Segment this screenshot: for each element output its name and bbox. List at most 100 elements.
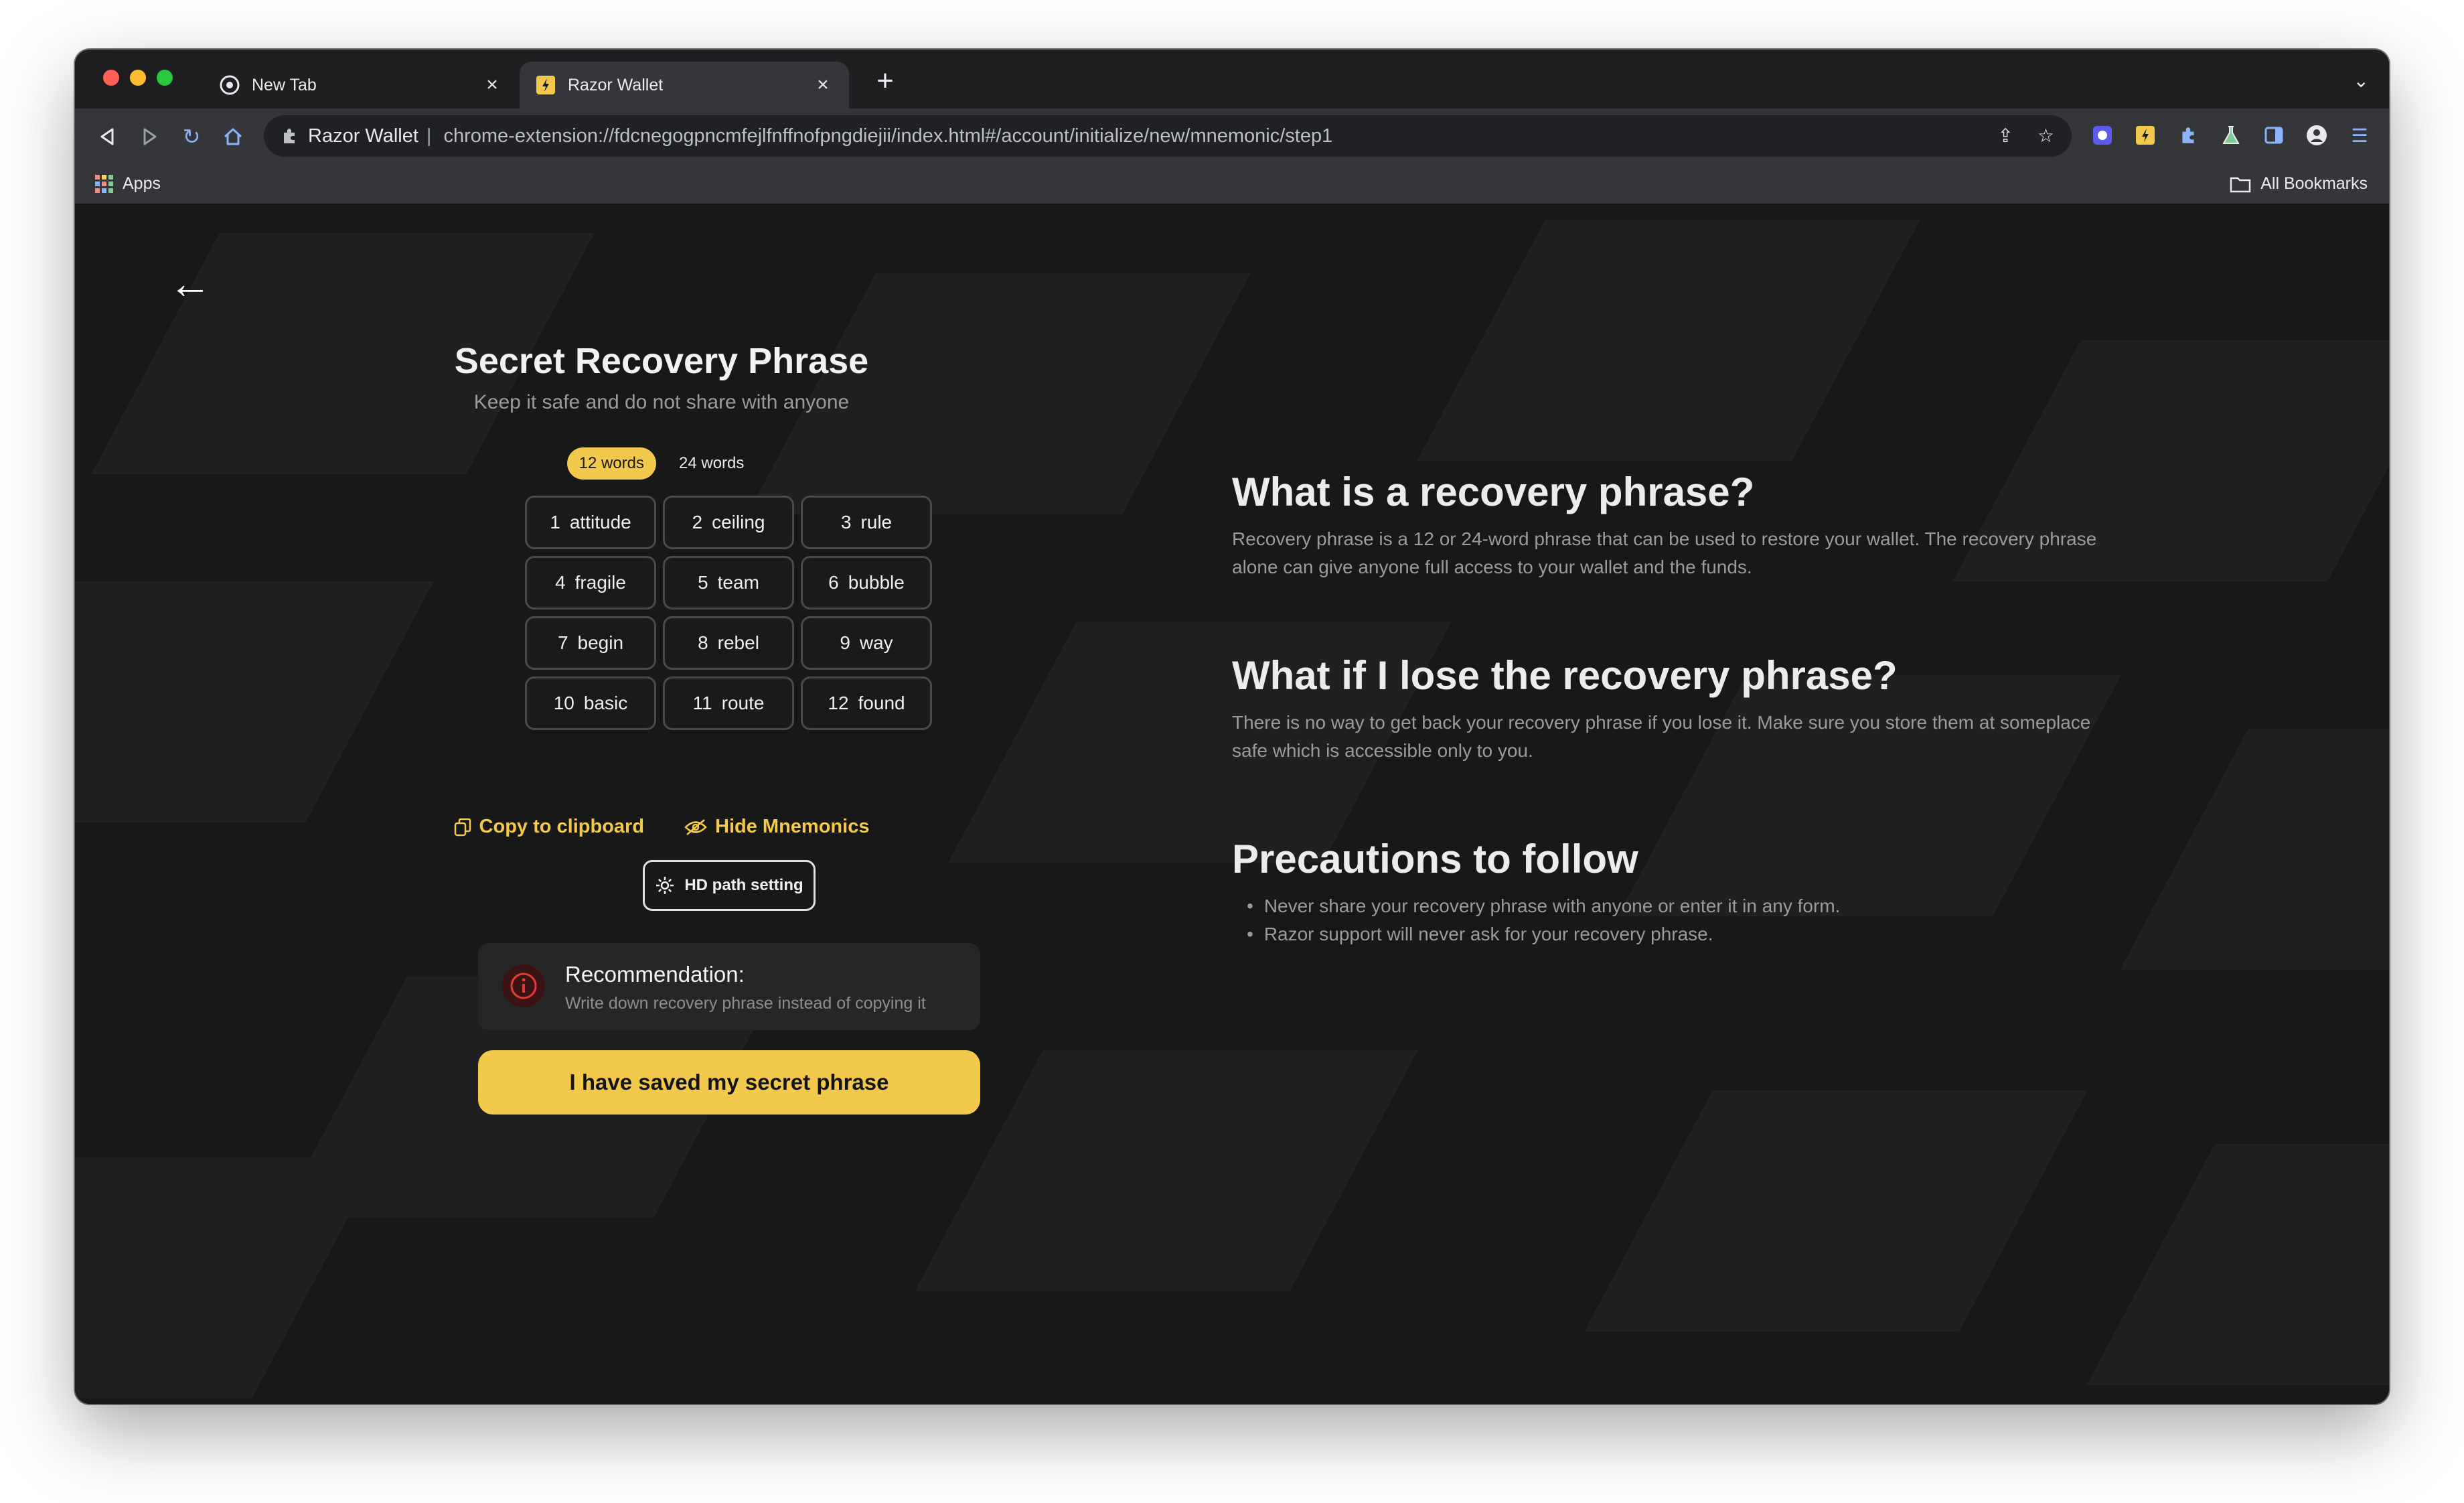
word-text: way <box>859 632 893 653</box>
word-index: 7 <box>557 632 568 653</box>
close-tab-icon[interactable]: × <box>482 74 502 96</box>
tab-search-icon[interactable]: ⌄ <box>2354 70 2369 92</box>
page-title: Secret Recovery Phrase <box>454 341 869 381</box>
copy-to-clipboard-button[interactable]: Copy to clipboard <box>454 816 645 838</box>
forward-icon[interactable] <box>135 122 165 151</box>
minimize-window-button[interactable] <box>130 70 146 86</box>
extension-icons: ☰ <box>2090 123 2372 147</box>
word-index: 6 <box>828 572 839 593</box>
saved-phrase-button[interactable]: I have saved my secret phrase <box>478 1050 980 1115</box>
background-tile <box>75 581 434 822</box>
mnemonic-grid: 1 attitude 2 ceiling 3 rule 4 fragile 5 team … <box>525 496 932 730</box>
info-heading-lose: What if I lose the recovery phrase? <box>1232 653 1898 698</box>
page-subtitle: Keep it safe and do not share with anyon… <box>473 391 850 413</box>
apps-bookmark[interactable]: Apps <box>95 174 161 194</box>
background-tile <box>915 1050 1418 1291</box>
reload-icon[interactable]: ↻ <box>177 122 206 151</box>
mnemonic-word: 9 way <box>801 616 932 670</box>
precaution-item: Razor support will never ask for your re… <box>1247 920 1840 948</box>
word-index: 3 <box>840 512 852 532</box>
toggle-12-words[interactable]: 12 words <box>566 447 656 480</box>
word-index: 10 <box>553 693 574 713</box>
recommendation-text: Write down recovery phrase instead of co… <box>565 994 926 1013</box>
chrome-menu-icon[interactable]: ☰ <box>2347 123 2372 147</box>
address-bar[interactable]: Razor Wallet | chrome-extension://fdcneg… <box>264 115 2072 157</box>
razor-wallet-extension-icon[interactable] <box>2133 123 2157 147</box>
word-text: found <box>858 693 905 713</box>
word-text: route <box>721 693 765 713</box>
recommendation-card: Recommendation: Write down recovery phra… <box>478 943 980 1030</box>
mnemonic-word: 10 basic <box>525 676 656 730</box>
razor-wallet-icon <box>536 76 555 94</box>
tab-razor-wallet[interactable]: Razor Wallet × <box>520 62 849 109</box>
omnibox-separator: | <box>426 125 432 147</box>
recommendation-title: Recommendation: <box>565 962 745 987</box>
side-panel-icon[interactable] <box>2262 123 2286 147</box>
tab-title: Razor Wallet <box>568 75 664 94</box>
word-index: 9 <box>840 632 850 653</box>
profile-avatar-icon[interactable] <box>2305 123 2329 147</box>
copy-icon <box>454 818 471 836</box>
word-text: begin <box>577 632 624 653</box>
back-arrow-icon[interactable]: ← <box>169 259 212 308</box>
extension-shield-icon[interactable] <box>2090 123 2114 147</box>
copy-label: Copy to clipboard <box>479 816 645 837</box>
hd-path-setting-button[interactable]: HD path setting <box>643 860 816 911</box>
word-index: 5 <box>698 572 708 593</box>
maximize-window-button[interactable] <box>157 70 173 86</box>
home-icon[interactable] <box>218 122 248 151</box>
background-tile <box>1584 1090 2088 1332</box>
background-tile <box>1417 220 1920 461</box>
word-text: bubble <box>848 572 905 593</box>
word-index: 11 <box>692 693 712 713</box>
back-icon[interactable] <box>92 122 122 151</box>
tab-new-tab[interactable]: New Tab × <box>204 62 518 109</box>
precaution-item: Never share your recovery phrase with an… <box>1247 892 1841 920</box>
mnemonic-word: 7 begin <box>525 616 656 670</box>
toolbar: ↻ Razor Wallet | chrome-extension://fdcn… <box>75 109 2389 163</box>
folder-icon <box>2230 177 2251 192</box>
mnemonic-actions: Copy to clipboard Hide Mnemonics <box>400 816 923 838</box>
hide-mnemonics-button[interactable]: Hide Mnemonics <box>684 816 869 838</box>
all-bookmarks-button[interactable]: All Bookmarks <box>2230 174 2368 194</box>
word-text: basic <box>583 693 628 713</box>
hide-label: Hide Mnemonics <box>715 816 870 837</box>
extension-page: ← Secret Recovery Phrase Keep it safe an… <box>75 206 2389 1404</box>
mnemonic-word: 6 bubble <box>801 556 932 610</box>
labs-flask-icon[interactable] <box>2219 123 2243 147</box>
puzzle-icon <box>284 129 295 143</box>
mnemonic-word: 12 found <box>801 676 932 730</box>
browser-window: New Tab × Razor Wallet × + ⌄ ↻ Razor Wal… <box>75 50 2389 1404</box>
toggle-24-words[interactable]: 24 words <box>667 447 756 480</box>
close-window-button[interactable] <box>103 70 119 86</box>
word-count-toggle: 12 words 24 words <box>400 447 923 480</box>
eye-off-icon <box>684 818 707 835</box>
new-tab-button[interactable]: + <box>865 64 905 98</box>
chrome-icon <box>220 75 240 95</box>
apps-grid-icon <box>95 175 113 193</box>
info-heading-what-is: What is a recovery phrase? <box>1232 470 1755 514</box>
mnemonic-word: 8 rebel <box>663 616 794 670</box>
close-tab-icon[interactable]: × <box>813 74 833 96</box>
info-heading-precautions: Precautions to follow <box>1232 837 1638 881</box>
apps-label: Apps <box>123 174 161 193</box>
extension-label: Razor Wallet <box>308 125 418 147</box>
background-tile <box>2120 729 2389 970</box>
extensions-puzzle-icon[interactable] <box>2176 123 2200 147</box>
bookmarks-bar: Apps All Bookmarks <box>75 163 2389 205</box>
word-text: ceiling <box>712 512 765 532</box>
share-icon[interactable]: ⇪ <box>1997 125 2013 147</box>
word-text: fragile <box>574 572 626 593</box>
mnemonic-word: 5 team <box>663 556 794 610</box>
word-text: rule <box>860 512 893 532</box>
tab-title: New Tab <box>252 75 317 94</box>
word-index: 1 <box>550 512 560 532</box>
word-text: rebel <box>717 632 759 653</box>
mnemonic-word: 2 ceiling <box>663 496 794 549</box>
url-text: chrome-extension://fdcnegogpncmfejlfnffn… <box>443 125 1333 147</box>
mnemonic-word: 11 route <box>663 676 794 730</box>
precautions-list: Never share your recovery phrase with an… <box>1247 892 1841 948</box>
word-index: 8 <box>698 632 708 653</box>
word-index: 2 <box>692 512 703 532</box>
bookmark-star-icon[interactable]: ☆ <box>2037 125 2054 147</box>
